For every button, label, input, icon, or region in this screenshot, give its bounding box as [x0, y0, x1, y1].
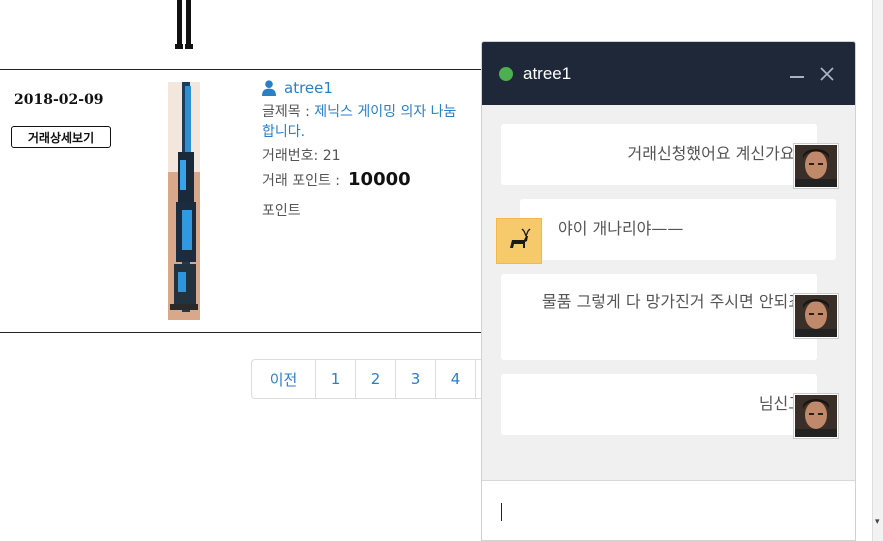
page-1-button[interactable]: 1 — [316, 360, 356, 398]
chat-message-text: 물품 그렇게 다 망가진거 주시면 안되죠 — [542, 292, 803, 311]
deer-icon — [498, 220, 540, 262]
prev-page-button[interactable]: 이전 — [252, 360, 316, 398]
trade-number-label: 거래번호: — [262, 148, 323, 164]
my-avatar — [793, 393, 839, 439]
minimize-icon — [790, 75, 804, 78]
page-3-button[interactable]: 3 — [396, 360, 436, 398]
chat-message-text: 야이 개나리야—— — [558, 219, 684, 238]
text-caret — [501, 503, 502, 521]
chat-message: 님신고 — [501, 374, 817, 435]
person-photo-icon — [795, 295, 837, 337]
page-4-button[interactable]: 4 — [436, 360, 476, 398]
row-divider — [0, 332, 490, 333]
chat-message: 야이 개나리야—— — [520, 199, 836, 260]
subject-line: 글제목 : 제닉스 게이밍 의자 나눔합니다. — [262, 102, 462, 142]
chat-title: atree1 — [523, 63, 572, 83]
page-scrollbar[interactable]: ▾ — [872, 0, 883, 541]
chat-message: 거래신청했어요 계신가요? — [501, 124, 817, 185]
trade-number: 거래번호: 21 — [262, 146, 462, 166]
trade-date: 2018-02-09 — [14, 92, 104, 108]
trade-number-value: 21 — [322, 148, 341, 164]
my-avatar — [793, 293, 839, 339]
previous-item-image — [175, 0, 193, 49]
points-label: 거래 포인트 : — [262, 173, 341, 189]
close-icon — [820, 66, 834, 81]
person-photo-icon — [795, 145, 837, 187]
trade-detail-button[interactable]: 거래상세보기 — [11, 126, 111, 148]
row-divider — [0, 69, 490, 70]
online-status-icon — [499, 66, 513, 81]
chat-message-input[interactable] — [482, 480, 855, 540]
close-button[interactable] — [816, 63, 838, 85]
chat-message: 물품 그렇게 다 망가진거 주시면 안되죠 — [501, 274, 817, 360]
scroll-arrow-icon[interactable]: ▾ — [875, 517, 880, 527]
chat-window: atree1 거래신청했어요 계신가요? 야이 개나리야—— 물품 그렇게 다 … — [481, 41, 856, 541]
seller[interactable]: atree1 — [262, 78, 462, 98]
user-icon — [262, 80, 276, 96]
trade-info: atree1 글제목 : 제닉스 게이밍 의자 나눔합니다. 거래번호: 21 … — [262, 78, 462, 221]
chat-message-text: 거래신청했어요 계신가요? — [627, 144, 804, 163]
trade-points: 거래 포인트 : 10000 — [262, 170, 462, 191]
page-2-button[interactable]: 2 — [356, 360, 396, 398]
points-value: 10000 — [348, 169, 411, 190]
pagination: 이전 1 2 3 4 — [251, 359, 517, 399]
chat-header: atree1 — [482, 42, 855, 105]
person-photo-icon — [795, 395, 837, 437]
minimize-button[interactable] — [786, 63, 808, 85]
product-image[interactable] — [168, 82, 200, 320]
subject-label: 글제목 : — [262, 104, 315, 120]
partner-avatar — [496, 218, 542, 264]
my-avatar — [793, 143, 839, 189]
points-unit: 포인트 — [262, 203, 301, 219]
seller-name[interactable]: atree1 — [284, 78, 333, 98]
